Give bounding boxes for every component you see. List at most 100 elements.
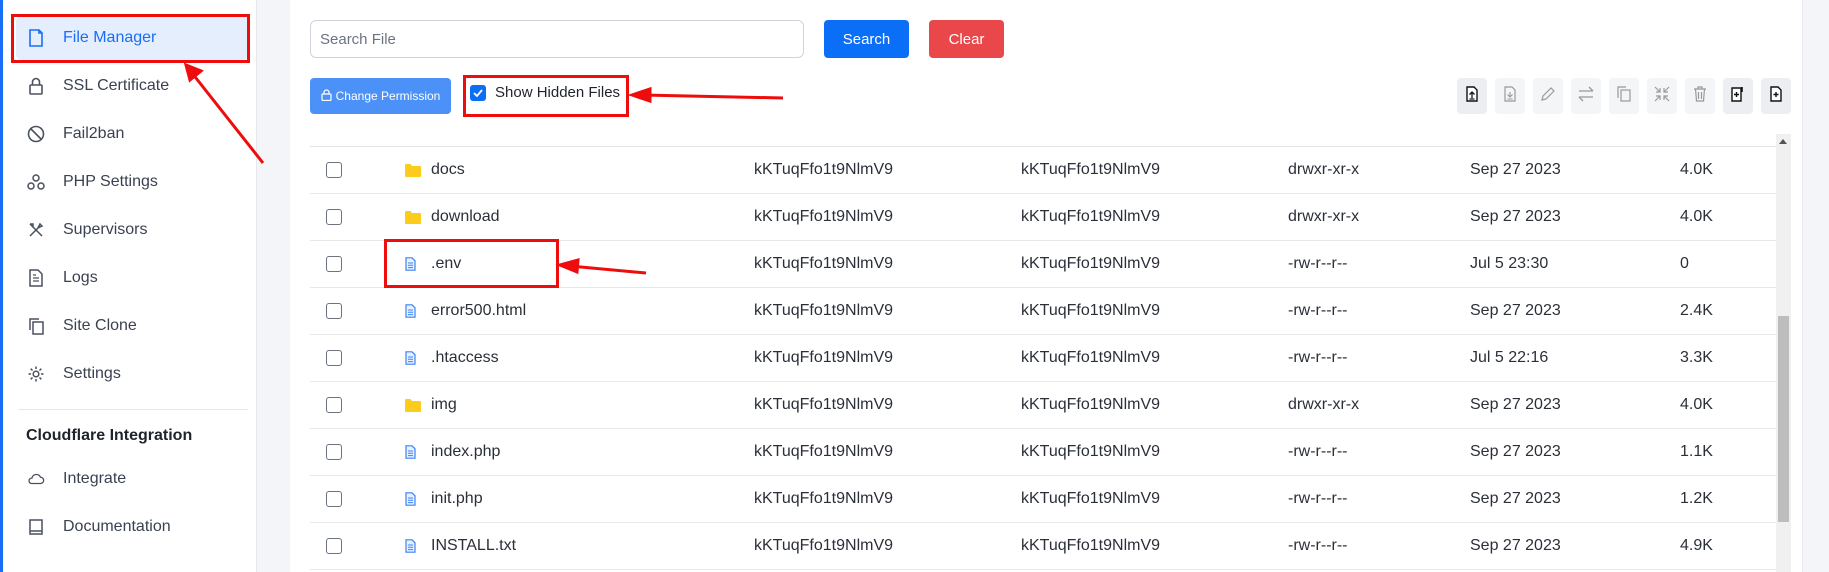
- sidebar-item-php-settings[interactable]: PHP Settings: [16, 160, 249, 204]
- file-icon: [27, 29, 45, 47]
- sidebar-item-fail2ban[interactable]: Fail2ban: [16, 112, 249, 156]
- file-size: 1.1K: [1680, 443, 1713, 460]
- lock-icon: [27, 77, 45, 95]
- row-checkbox[interactable]: [326, 491, 342, 507]
- file-permissions: -rw-r--r--: [1288, 349, 1348, 366]
- row-checkbox[interactable]: [326, 538, 342, 554]
- new-folder-button[interactable]: [1723, 78, 1753, 114]
- file-modified: Jul 5 23:30: [1470, 255, 1549, 272]
- trash-icon: [1693, 85, 1707, 107]
- sidebar-item-label: Supervisors: [63, 221, 148, 238]
- file-group: kKTuqFfo1t9NlmV9: [1021, 443, 1161, 460]
- sidebar-item-logs[interactable]: Logs: [16, 256, 249, 300]
- compress-button[interactable]: [1647, 78, 1677, 114]
- file-icon: [405, 492, 416, 506]
- file-name[interactable]: .env: [431, 255, 461, 273]
- file-owner: kKTuqFfo1t9NlmV9: [754, 161, 894, 178]
- file-name[interactable]: img: [431, 396, 457, 414]
- file-icon: [405, 539, 416, 553]
- scroll-up-arrow-icon[interactable]: [1779, 139, 1787, 144]
- lock-icon: [321, 88, 332, 104]
- show-hidden-files-toggle[interactable]: Show Hidden Files: [470, 84, 620, 101]
- file-group: kKTuqFfo1t9NlmV9: [1021, 396, 1161, 413]
- section-title: Cloudflare Integration: [26, 427, 193, 444]
- row-checkbox[interactable]: [326, 350, 342, 366]
- file-icon: [405, 445, 416, 459]
- row-checkbox[interactable]: [326, 444, 342, 460]
- table-row[interactable]: error500.html kKTuqFfo1t9NlmV9 kKTuqFfo1t9…: [310, 288, 1776, 335]
- sidebar-item-settings[interactable]: Settings: [16, 352, 249, 396]
- table-row[interactable]: .htaccess kKTuqFfo1t9NlmV9 kKTuqFfo1t9NlmV…: [310, 335, 1776, 382]
- move-button[interactable]: [1571, 78, 1601, 114]
- folder-icon: [405, 398, 421, 412]
- sidebar-item-ssl-certificate[interactable]: SSL Certificate: [16, 64, 249, 108]
- file-name[interactable]: index.php: [431, 443, 500, 461]
- row-checkbox[interactable]: [326, 209, 342, 225]
- file-permissions: drwxr-xr-x: [1288, 161, 1360, 178]
- cloud-icon: [27, 470, 45, 488]
- row-checkbox[interactable]: [326, 397, 342, 413]
- sidebar-divider: [18, 409, 248, 410]
- table-row[interactable]: index.php kKTuqFfo1t9NlmV9 kKTuqFfo1t9NlmV…: [310, 429, 1776, 476]
- search-button[interactable]: Search: [824, 20, 909, 58]
- change-permission-button[interactable]: Change Permission: [310, 78, 451, 114]
- copy-button[interactable]: [1609, 78, 1639, 114]
- table-scrollbar[interactable]: [1776, 134, 1791, 572]
- file-permissions: -rw-r--r--: [1288, 255, 1348, 272]
- file-group: kKTuqFfo1t9NlmV9: [1021, 302, 1161, 319]
- file-group: kKTuqFfo1t9NlmV9: [1021, 161, 1161, 178]
- search-input[interactable]: [310, 20, 804, 58]
- file-name[interactable]: error500.html: [431, 302, 526, 320]
- sidebar-item-integrate[interactable]: Integrate: [16, 457, 249, 501]
- tools-icon: [27, 221, 45, 239]
- scroll-thumb[interactable]: [1778, 316, 1789, 522]
- file-size: 0: [1680, 255, 1689, 272]
- file-icon: [405, 304, 416, 318]
- file-permissions: -rw-r--r--: [1288, 537, 1348, 554]
- row-checkbox[interactable]: [326, 256, 342, 272]
- table-row[interactable]: img kKTuqFfo1t9NlmV9 kKTuqFfo1t9NlmV9 drwxr…: [310, 382, 1776, 429]
- delete-button[interactable]: [1685, 78, 1715, 114]
- file-name[interactable]: init.php: [431, 490, 483, 508]
- table-row[interactable]: download kKTuqFfo1t9NlmV9 kKTuqFfo1t9NlmV9…: [310, 194, 1776, 241]
- file-group: kKTuqFfo1t9NlmV9: [1021, 490, 1161, 507]
- file-name[interactable]: INSTALL.txt: [431, 537, 516, 555]
- sidebar-item-file-manager[interactable]: File Manager: [16, 16, 249, 60]
- file-group: kKTuqFfo1t9NlmV9: [1021, 349, 1161, 366]
- show-hidden-checkbox[interactable]: [470, 84, 486, 101]
- file-permissions: -rw-r--r--: [1288, 443, 1348, 460]
- sidebar-item-site-clone[interactable]: Site Clone: [16, 304, 249, 348]
- table-row[interactable]: init.php kKTuqFfo1t9NlmV9 kKTuqFfo1t9NlmV9…: [310, 476, 1776, 523]
- sidebar-item-label: Documentation: [63, 518, 171, 535]
- sidebar-item-label: Integrate: [63, 470, 127, 487]
- table-row[interactable]: INSTALL.txt kKTuqFfo1t9NlmV9 kKTuqFfo1t9Nl…: [310, 523, 1776, 570]
- file-name[interactable]: .htaccess: [431, 349, 499, 367]
- sidebar-item-supervisors[interactable]: Supervisors: [16, 208, 249, 252]
- download-file-button[interactable]: [1495, 78, 1525, 114]
- file-icon: [405, 257, 416, 271]
- table-row[interactable]: .env kKTuqFfo1t9NlmV9 kKTuqFfo1t9NlmV9 -rw-…: [310, 241, 1776, 288]
- sidebar-item-documentation[interactable]: Documentation: [16, 505, 249, 549]
- row-checkbox[interactable]: [326, 303, 342, 319]
- file-permissions: drwxr-xr-x: [1288, 208, 1360, 225]
- file-permissions: -rw-r--r--: [1288, 302, 1348, 319]
- clear-button[interactable]: Clear: [929, 20, 1004, 58]
- file-group: kKTuqFfo1t9NlmV9: [1021, 208, 1161, 225]
- file-table: docs kKTuqFfo1t9NlmV9 kKTuqFfo1t9NlmV9 drwx…: [310, 146, 1776, 572]
- file-name[interactable]: download: [431, 208, 500, 226]
- sidebar-item-label: PHP Settings: [63, 173, 158, 190]
- content-gutter: [258, 0, 290, 572]
- row-checkbox[interactable]: [326, 162, 342, 178]
- table-row[interactable]: docs kKTuqFfo1t9NlmV9 kKTuqFfo1t9NlmV9 drwx…: [310, 147, 1776, 194]
- sidebar-item-label: File Manager: [63, 29, 157, 46]
- upload-file-button[interactable]: [1457, 78, 1487, 114]
- file-owner: kKTuqFfo1t9NlmV9: [754, 537, 894, 554]
- file-name[interactable]: docs: [431, 161, 465, 179]
- new-file-button[interactable]: [1761, 78, 1791, 114]
- file-owner: kKTuqFfo1t9NlmV9: [754, 255, 894, 272]
- rename-button[interactable]: [1533, 78, 1563, 114]
- file-size: 4.9K: [1680, 537, 1713, 554]
- copy-icon: [27, 317, 45, 335]
- file-toolbar: [1457, 78, 1791, 114]
- folder-icon: [405, 163, 421, 177]
